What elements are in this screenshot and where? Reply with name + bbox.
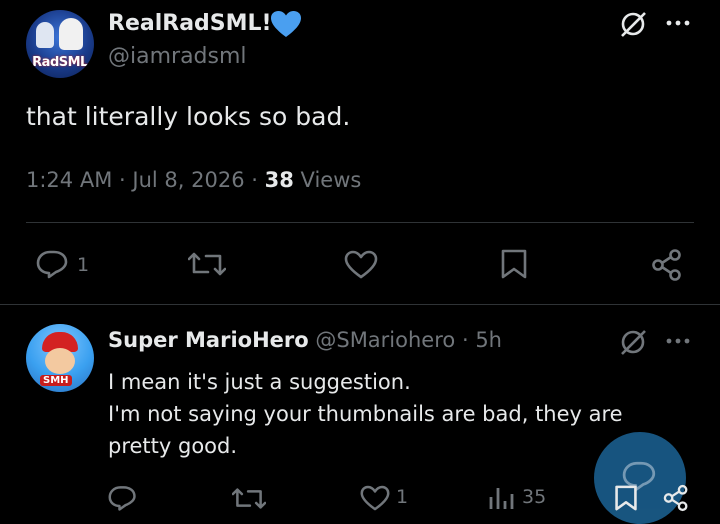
- verified-heart-icon: [271, 11, 301, 37]
- grok-icon[interactable]: [617, 8, 649, 40]
- avatar[interactable]: RadSML: [26, 10, 94, 78]
- avatar[interactable]: SMH: [26, 324, 94, 392]
- meta-separator: ·: [119, 168, 126, 192]
- grok-icon[interactable]: [617, 326, 649, 358]
- share-icon[interactable]: [650, 248, 684, 282]
- handle[interactable]: @iamradsml: [108, 44, 247, 69]
- views-count: 38: [264, 168, 294, 192]
- like-count: 1: [396, 486, 409, 508]
- reply-icon[interactable]: [108, 484, 138, 512]
- avatar-logo-text: SMH: [40, 375, 72, 386]
- divider: [0, 304, 720, 305]
- tweet-date[interactable]: Jul 8, 2026: [132, 168, 244, 192]
- share-icon[interactable]: [662, 484, 690, 512]
- display-name[interactable]: RealRadSML!: [108, 11, 272, 36]
- reply-count: 1: [77, 254, 90, 276]
- reply-line: I mean it's just a suggestion.: [108, 370, 411, 394]
- heart-icon[interactable]: [344, 250, 378, 280]
- divider: [26, 222, 694, 223]
- tweet-meta: 1:24 AM · Jul 8, 2026 · 38 Views: [26, 168, 361, 192]
- retweet-icon[interactable]: [232, 486, 266, 511]
- reply-icon[interactable]: [36, 249, 70, 279]
- avatar-logo-text: RadSML: [32, 55, 88, 70]
- analytics-icon[interactable]: [488, 485, 514, 511]
- heart-icon[interactable]: [360, 485, 390, 512]
- reply-text: I mean it's just a suggestion. I'm not s…: [108, 366, 623, 462]
- reply-line: pretty good.: [108, 434, 238, 458]
- more-icon[interactable]: [664, 336, 692, 346]
- reply-line: I'm not saying your thumbnails are bad, …: [108, 402, 623, 426]
- avatar-figure-left: [36, 22, 54, 48]
- avatar-face: [45, 348, 75, 374]
- meta-separator: ·: [461, 328, 469, 352]
- more-icon[interactable]: [664, 18, 692, 28]
- meta-separator: ·: [251, 168, 258, 192]
- tweet-text: that literally looks so bad.: [26, 102, 351, 131]
- views-count: 35: [522, 486, 547, 508]
- bookmark-icon[interactable]: [500, 248, 528, 280]
- bookmark-icon[interactable]: [614, 484, 638, 512]
- reply-age[interactable]: 5h: [475, 328, 502, 352]
- views-label: Views: [300, 168, 362, 192]
- reply-header: Super MarioHero @SMariohero · 5h: [108, 328, 502, 352]
- reply-handle[interactable]: @SMariohero: [315, 328, 455, 352]
- tweet-time[interactable]: 1:24 AM: [26, 168, 112, 192]
- retweet-icon[interactable]: [188, 250, 226, 278]
- avatar-figure-right: [59, 18, 83, 50]
- reply-display-name[interactable]: Super MarioHero: [108, 328, 309, 352]
